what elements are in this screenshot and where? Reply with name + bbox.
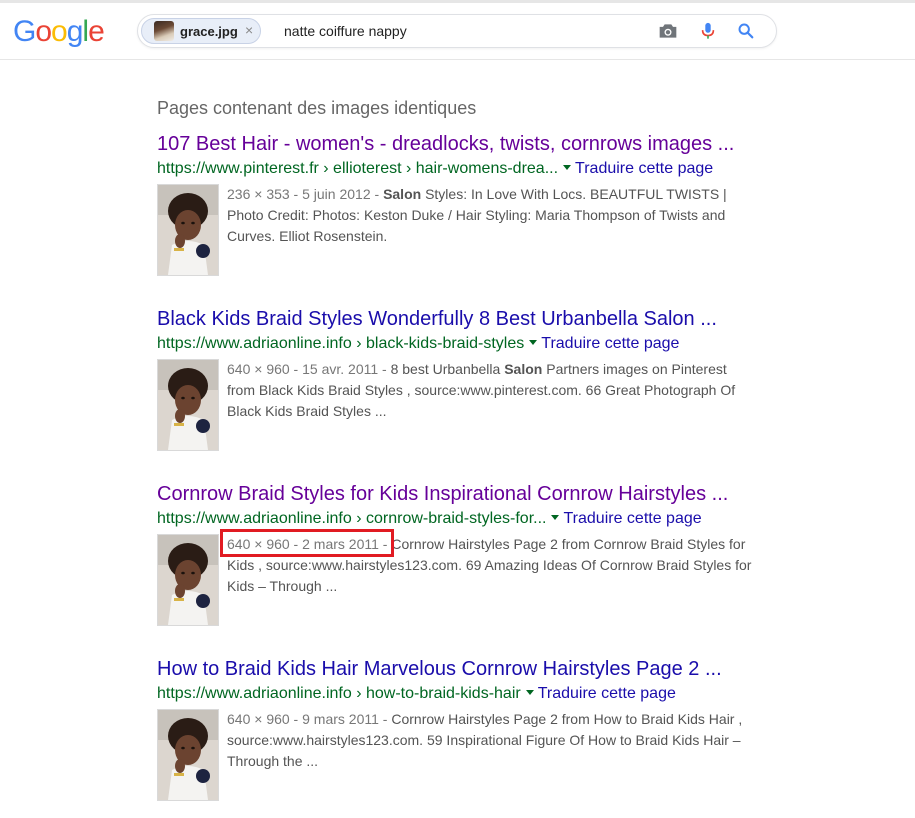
result-meta: 236 × 353 - 5 juin 2012 - <box>227 186 384 202</box>
result-title-link[interactable]: Black Kids Braid Styles Wonderfully 8 Be… <box>157 307 767 331</box>
result-title-link[interactable]: How to Braid Kids Hair Marvelous Cornrow… <box>157 657 767 681</box>
result-thumbnail[interactable] <box>157 184 219 276</box>
translate-link[interactable]: Traduire cette page <box>575 160 713 177</box>
result-snippet: 640 × 960 - 15 avr. 2011 - 8 best Urbanb… <box>227 359 757 422</box>
highlight-annotation-box <box>220 529 394 557</box>
result-url-text[interactable]: https://www.adriaonline.info › cornrow-b… <box>157 510 546 527</box>
search-result: Black Kids Braid Styles Wonderfully 8 Be… <box>157 307 767 453</box>
search-header: Google grace.jpg × natte coiffure nappy <box>0 3 915 60</box>
chip-thumbnail <box>154 21 174 41</box>
result-url: https://www.pinterest.fr › ellioterest ›… <box>157 159 767 179</box>
dropdown-arrow-icon[interactable] <box>525 690 534 695</box>
logo-letter: o <box>51 15 68 48</box>
search-icon[interactable] <box>736 22 756 40</box>
snippet-bold: Salon <box>504 361 543 377</box>
search-result: 107 Best Hair - women's - dreadlocks, tw… <box>157 132 767 278</box>
logo-letter: G <box>13 15 36 48</box>
result-meta: 640 × 960 - 9 mars 2011 - <box>227 711 392 727</box>
logo-letter: g <box>66 15 84 48</box>
result-url: https://www.adriaonline.info › black-kid… <box>157 334 767 354</box>
translate-link[interactable]: Traduire cette page <box>538 685 676 702</box>
result-title-link[interactable]: 107 Best Hair - women's - dreadlocks, tw… <box>157 132 767 156</box>
result-body: 640 × 960 - 9 mars 2011 - Cornrow Hairst… <box>157 709 767 803</box>
result-url: https://www.adriaonline.info › cornrow-b… <box>157 509 767 529</box>
dropdown-arrow-icon[interactable] <box>529 340 538 345</box>
chip-filename: grace.jpg <box>180 24 238 39</box>
result-title-link[interactable]: Cornrow Braid Styles for Kids Inspiratio… <box>157 482 767 506</box>
search-box[interactable]: grace.jpg × natte coiffure nappy <box>137 14 777 48</box>
image-search-chip[interactable]: grace.jpg × <box>141 18 261 44</box>
result-body: 640 × 960 - 15 avr. 2011 - 8 best Urbanb… <box>157 359 767 453</box>
logo-letter: e <box>88 15 105 48</box>
section-title: Pages contenant des images identiques <box>157 98 477 118</box>
result-snippet: 640 × 960 - 9 mars 2011 - Cornrow Hairst… <box>227 709 757 772</box>
result-url: https://www.adriaonline.info › how-to-br… <box>157 684 767 704</box>
result-thumbnail[interactable] <box>157 359 219 451</box>
google-logo[interactable]: Google <box>13 15 105 49</box>
camera-icon[interactable] <box>658 22 678 40</box>
result-body: 236 × 353 - 5 juin 2012 - Salon Styles: … <box>157 184 767 278</box>
translate-link[interactable]: Traduire cette page <box>541 335 679 352</box>
dropdown-arrow-icon[interactable] <box>551 515 560 520</box>
result-thumbnail[interactable] <box>157 709 219 801</box>
snippet-text: 8 best Urbanbella <box>390 361 505 377</box>
result-url-text[interactable]: https://www.adriaonline.info › black-kid… <box>157 335 524 352</box>
result-url-text[interactable]: https://www.adriaonline.info › how-to-br… <box>157 685 521 702</box>
result-meta: 640 × 960 - 15 avr. 2011 - <box>227 361 391 377</box>
snippet-bold: Salon <box>383 186 422 202</box>
result-snippet: 236 × 353 - 5 juin 2012 - Salon Styles: … <box>227 184 757 247</box>
mic-icon[interactable] <box>698 22 718 40</box>
dropdown-arrow-icon[interactable] <box>563 165 572 170</box>
search-input[interactable]: natte coiffure nappy <box>284 23 407 39</box>
translate-link[interactable]: Traduire cette page <box>563 510 701 527</box>
close-icon[interactable]: × <box>245 22 253 38</box>
logo-letter: o <box>35 15 52 48</box>
result-url-text[interactable]: https://www.pinterest.fr › ellioterest ›… <box>157 160 558 177</box>
search-result: How to Braid Kids Hair Marvelous Cornrow… <box>157 657 767 803</box>
result-thumbnail[interactable] <box>157 534 219 626</box>
